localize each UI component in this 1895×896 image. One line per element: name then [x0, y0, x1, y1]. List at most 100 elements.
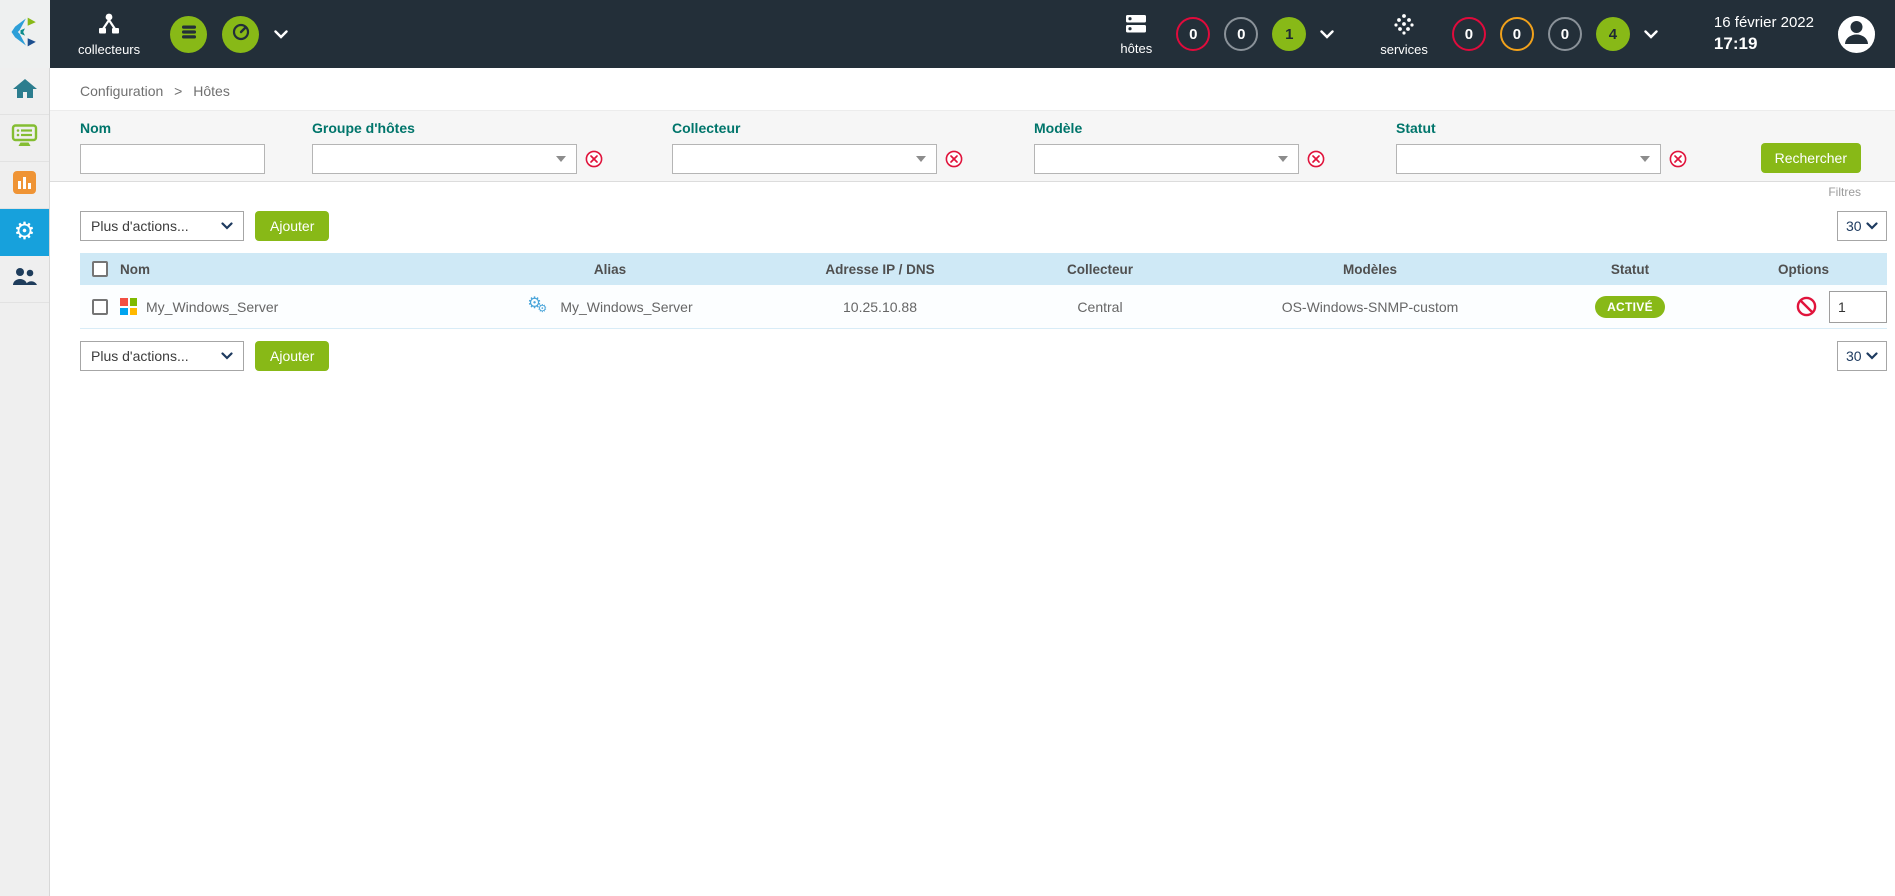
hosts-chevron-down-icon[interactable] — [1320, 30, 1334, 39]
clock: 16 février 2022 17:19 — [1714, 13, 1814, 55]
services-unknown-value: 0 — [1561, 26, 1569, 43]
column-header-collecteur[interactable]: Collecteur — [1000, 262, 1200, 277]
breadcrumb-separator: > — [174, 83, 182, 99]
host-collector: Central — [1000, 299, 1200, 315]
services-dots-icon — [1392, 12, 1416, 39]
hosts-unreachable-counter[interactable]: 0 — [1224, 17, 1258, 51]
page-size-value: 30 — [1846, 218, 1862, 234]
sidebar-item-home[interactable] — [0, 68, 49, 115]
hosts-table: Nom Alias Adresse IP / DNS Collecteur Mo… — [80, 253, 1887, 329]
gear-icon: ⚙ — [14, 220, 36, 244]
services-ok-counter[interactable]: 4 — [1596, 17, 1630, 51]
host-name-link[interactable]: My_Windows_Server — [146, 299, 278, 315]
search-button[interactable]: Rechercher — [1761, 143, 1861, 173]
select-all-checkbox[interactable] — [92, 261, 108, 277]
services-ok-value: 4 — [1609, 26, 1617, 43]
hosts-menu[interactable]: hôtes — [1120, 13, 1152, 56]
hosts-label: hôtes — [1120, 41, 1152, 56]
more-actions-label: Plus d'actions... — [91, 348, 189, 364]
collectors-menu[interactable]: collecteurs — [78, 12, 140, 57]
host-order-input[interactable] — [1829, 291, 1887, 323]
more-filters-link[interactable]: Filtres — [50, 182, 1895, 199]
chevron-down-icon — [221, 222, 233, 230]
column-header-alias[interactable]: Alias — [594, 262, 626, 277]
bar-chart-icon — [12, 170, 37, 200]
column-header-statut[interactable]: Statut — [1611, 262, 1649, 277]
services-warning-value: 0 — [1513, 26, 1521, 43]
hosts-up-counter[interactable]: 1 — [1272, 17, 1306, 51]
home-icon — [12, 77, 38, 106]
sidebar-item-monitoring[interactable] — [0, 115, 49, 162]
column-header-nom[interactable]: Nom — [120, 262, 150, 277]
row-checkbox[interactable] — [92, 299, 108, 315]
hosts-down-counter[interactable]: 0 — [1176, 17, 1210, 51]
hostgroup-filter-select[interactable] — [312, 144, 577, 174]
status-badge: ACTIVÉ — [1595, 296, 1665, 318]
breadcrumb-item-hotes[interactable]: Hôtes — [193, 83, 230, 99]
sidebar-item-configuration[interactable]: ⚙ — [0, 209, 49, 256]
filter-label-statut: Statut — [1396, 120, 1687, 136]
collector-filter-clear-button[interactable] — [945, 150, 963, 168]
status-filter-select[interactable] — [1396, 144, 1661, 174]
host-ip-dns: 10.25.10.88 — [760, 299, 1000, 315]
hosts-icon — [1123, 13, 1149, 38]
logo-box[interactable] — [0, 0, 50, 68]
host-alias: My_Windows_Server — [560, 299, 692, 315]
page-size-select[interactable]: 30 — [1837, 211, 1887, 241]
gauge-button[interactable] — [222, 16, 259, 53]
services-status-group: services 0 0 0 4 — [1380, 12, 1666, 57]
collector-filter-select[interactable] — [672, 144, 937, 174]
column-header-options[interactable]: Options — [1720, 262, 1887, 277]
filter-field-nom: Nom — [80, 120, 265, 174]
host-templates: OS-Windows-SNMP-custom — [1200, 299, 1540, 315]
status-filter-clear-button[interactable] — [1669, 150, 1687, 168]
filter-label-nom: Nom — [80, 120, 265, 136]
sidebar-item-administration[interactable] — [0, 256, 49, 303]
template-filter-select[interactable] — [1034, 144, 1299, 174]
services-label: services — [1380, 42, 1428, 57]
table-row: My_Windows_Server ⚙⚙ My_Windows_Server 1… — [80, 285, 1887, 329]
services-chevron-down-icon[interactable] — [1644, 30, 1658, 39]
users-icon — [11, 266, 38, 293]
column-header-modeles[interactable]: Modèles — [1200, 262, 1540, 277]
clear-circle-icon — [585, 150, 603, 168]
filter-panel: Nom Groupe d'hôtes Collecteur — [50, 110, 1895, 182]
services-unknown-counter[interactable]: 0 — [1548, 17, 1582, 51]
breadcrumb-item-configuration[interactable]: Configuration — [80, 83, 163, 99]
chevron-down-icon — [1640, 156, 1650, 162]
pollers-list-button[interactable] — [170, 16, 207, 53]
hosts-up-value: 1 — [1285, 26, 1293, 43]
poller-icon — [96, 12, 122, 39]
collectors-label: collecteurs — [78, 42, 140, 57]
table-header-row: Nom Alias Adresse IP / DNS Collecteur Mo… — [80, 253, 1887, 285]
pollers-chevron-down-icon[interactable] — [274, 30, 288, 39]
user-menu[interactable] — [1838, 16, 1875, 53]
page-size-select-bottom[interactable]: 30 — [1837, 341, 1887, 371]
chevron-down-icon — [916, 156, 926, 162]
hostgroup-filter-clear-button[interactable] — [585, 150, 603, 168]
sidebar-item-reporting[interactable] — [0, 162, 49, 209]
add-button[interactable]: Ajouter — [255, 211, 329, 241]
name-filter-input[interactable] — [80, 144, 265, 174]
filter-label-collecteur: Collecteur — [672, 120, 963, 136]
top-toolbar: Plus d'actions... Ajouter 30 — [80, 211, 1887, 241]
column-header-ip-dns[interactable]: Adresse IP / DNS — [760, 262, 1000, 277]
main-content: Configuration > Hôtes Nom Groupe d'hôtes — [50, 68, 1895, 371]
filter-field-statut: Statut — [1396, 120, 1687, 174]
disable-host-button[interactable] — [1796, 296, 1817, 317]
services-menu[interactable]: services — [1380, 12, 1428, 57]
chevron-down-icon — [1866, 222, 1878, 230]
more-actions-select-bottom[interactable]: Plus d'actions... — [80, 341, 244, 371]
clear-circle-icon — [1669, 150, 1687, 168]
services-critical-counter[interactable]: 0 — [1452, 17, 1486, 51]
top-bar-content: collecteurs — [50, 0, 1895, 68]
page-size-value: 30 — [1846, 348, 1862, 364]
clock-date: 16 février 2022 — [1714, 13, 1814, 33]
add-button-bottom[interactable]: Ajouter — [255, 341, 329, 371]
gears-icon: ⚙⚙ — [527, 295, 551, 319]
more-actions-select[interactable]: Plus d'actions... — [80, 211, 244, 241]
hosts-status-group: hôtes 0 0 1 — [1120, 13, 1342, 56]
template-filter-clear-button[interactable] — [1307, 150, 1325, 168]
hosts-unreachable-value: 0 — [1237, 26, 1245, 43]
services-warning-counter[interactable]: 0 — [1500, 17, 1534, 51]
